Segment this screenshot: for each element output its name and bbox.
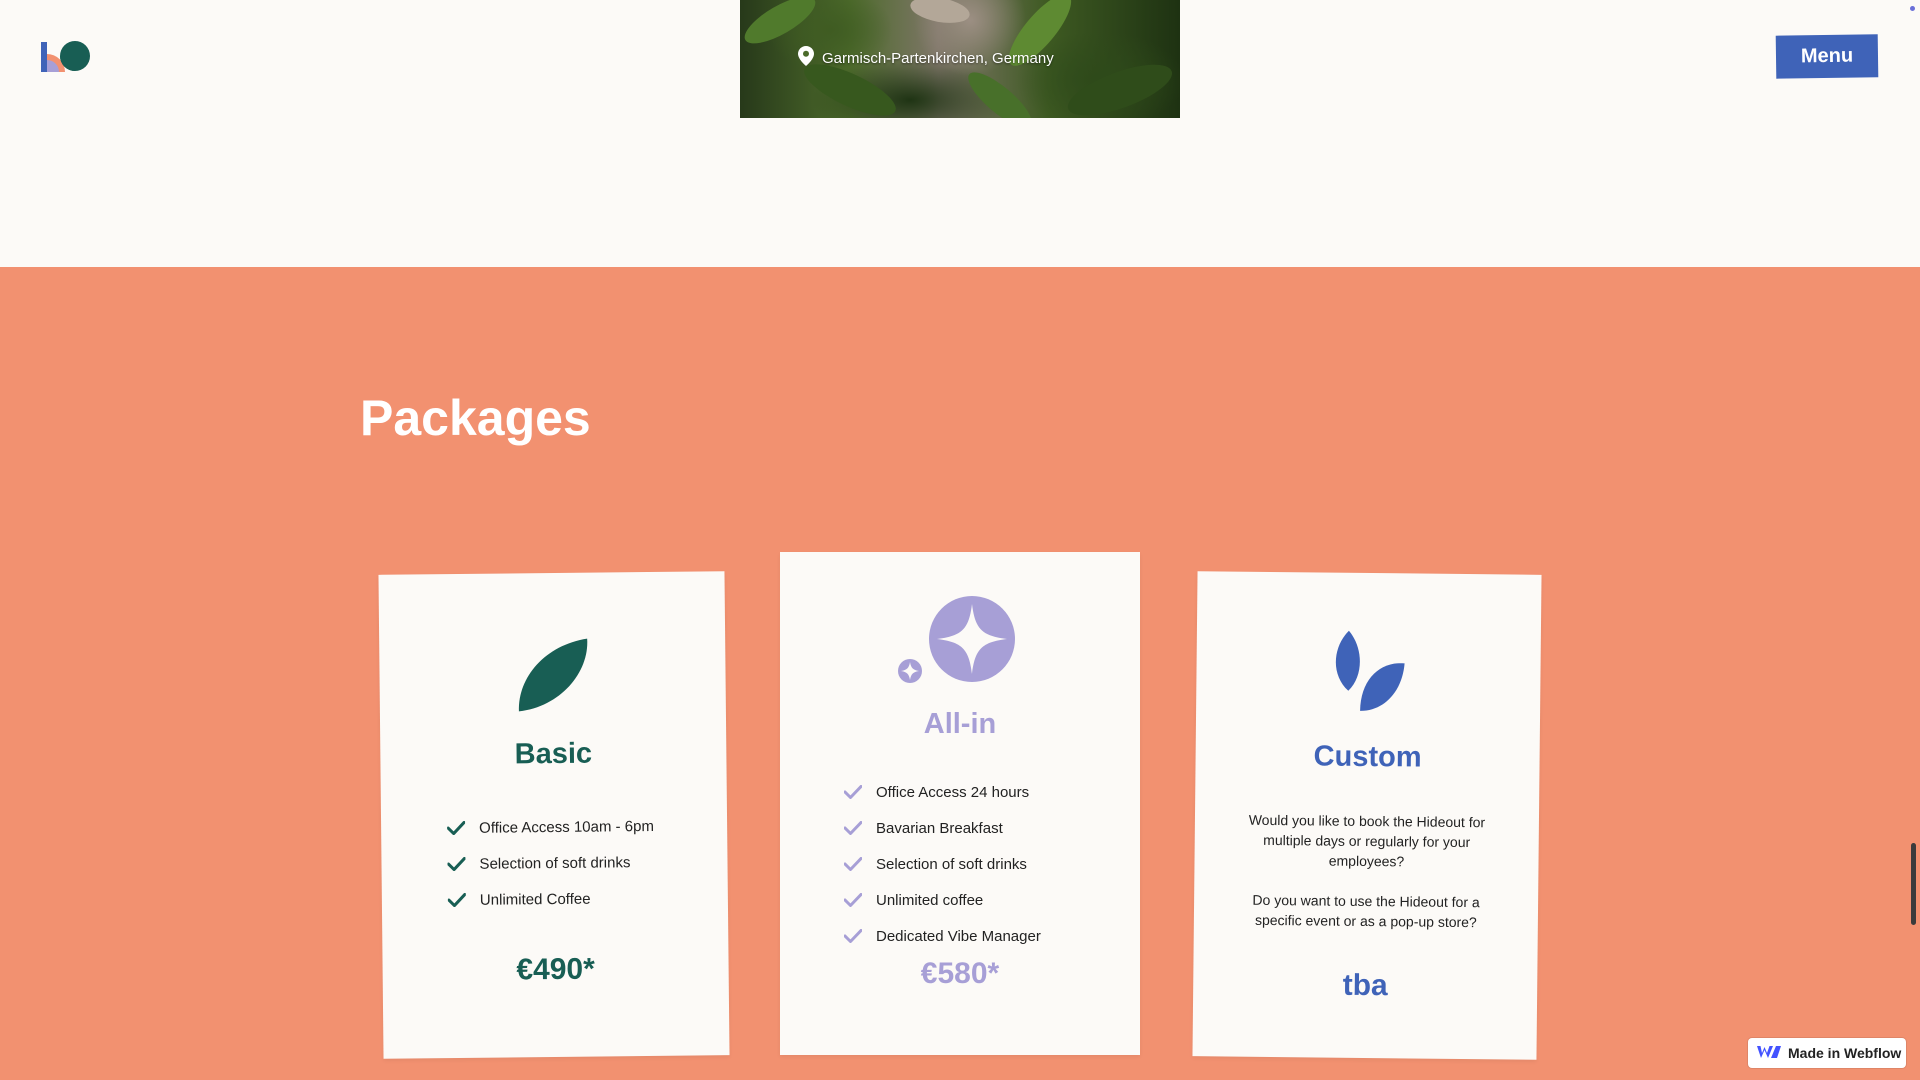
list-item: Office Access 10am - 6pm	[447, 808, 654, 846]
feature-text: Selection of soft drinks	[876, 855, 1027, 873]
packages-section: Packages Basic Office Access 10am - 6pm …	[0, 267, 1920, 1080]
feature-text: Office Access 10am - 6pm	[479, 817, 655, 837]
two-leaves-icon	[1330, 629, 1407, 719]
check-icon	[447, 856, 466, 872]
feature-text: Dedicated Vibe Manager	[876, 927, 1041, 945]
package-title: Custom	[1313, 740, 1422, 774]
package-card-custom: Custom Would you like to book the Hideou…	[1192, 571, 1542, 1060]
top-section: Garmisch-Partenkirchen, Germany Menu	[0, 0, 1920, 267]
feature-list: Office Access 24 hours Bavarian Breakfas…	[844, 774, 1041, 954]
check-icon	[447, 820, 466, 836]
package-title: Basic	[514, 737, 593, 771]
check-icon	[844, 893, 862, 907]
ko-logo-icon[interactable]	[39, 38, 93, 74]
check-icon	[844, 785, 862, 799]
menu-button[interactable]: Menu	[1775, 34, 1879, 79]
package-card-basic: Basic Office Access 10am - 6pm Selection…	[378, 571, 730, 1059]
feature-text: Unlimited Coffee	[479, 890, 591, 909]
feature-text: Unlimited coffee	[876, 891, 984, 909]
location-text: Garmisch-Partenkirchen, Germany	[822, 49, 1054, 67]
package-card-all-in: All-in Office Access 24 hours Bavarian B…	[780, 552, 1140, 1055]
list-item: Unlimited Coffee	[447, 880, 655, 918]
scrollbar-thumb[interactable]	[1911, 843, 1916, 925]
leaf-icon	[515, 637, 590, 719]
check-icon	[844, 857, 862, 871]
package-title: All-in	[923, 708, 997, 740]
corner-dot	[1910, 6, 1915, 11]
location-label: Garmisch-Partenkirchen, Germany	[798, 46, 1054, 70]
list-item: Dedicated Vibe Manager	[844, 918, 1041, 954]
feature-text: Office Access 24 hours	[876, 783, 1030, 801]
packages-heading: Packages	[360, 390, 591, 446]
list-item: Selection of soft drinks	[844, 846, 1041, 882]
check-icon	[447, 892, 466, 908]
sparkle-icon	[895, 596, 1025, 697]
list-item: Office Access 24 hours	[844, 774, 1041, 810]
feature-text: Selection of soft drinks	[479, 853, 631, 873]
package-description: Would you like to book the Hideout for m…	[1248, 811, 1486, 870]
list-item: Bavarian Breakfast	[844, 810, 1041, 846]
package-description: Do you want to use the Hideout for a spe…	[1252, 891, 1480, 931]
package-price: €580*	[920, 957, 1000, 990]
map-pin-icon	[798, 46, 814, 70]
package-price: tba	[1342, 968, 1388, 1003]
badge-label: Made in Webflow	[1788, 1045, 1902, 1061]
feature-list: Office Access 10am - 6pm Selection of so…	[447, 808, 655, 918]
check-icon	[844, 821, 862, 835]
location-photo: Garmisch-Partenkirchen, Germany	[740, 0, 1180, 118]
webflow-icon	[1756, 1044, 1782, 1063]
check-icon	[844, 929, 862, 943]
made-in-webflow-badge[interactable]: Made in Webflow	[1748, 1038, 1906, 1068]
list-item: Unlimited coffee	[844, 882, 1041, 918]
package-price: €490*	[516, 952, 595, 987]
list-item: Selection of soft drinks	[447, 844, 654, 882]
feature-text: Bavarian Breakfast	[876, 819, 1003, 837]
